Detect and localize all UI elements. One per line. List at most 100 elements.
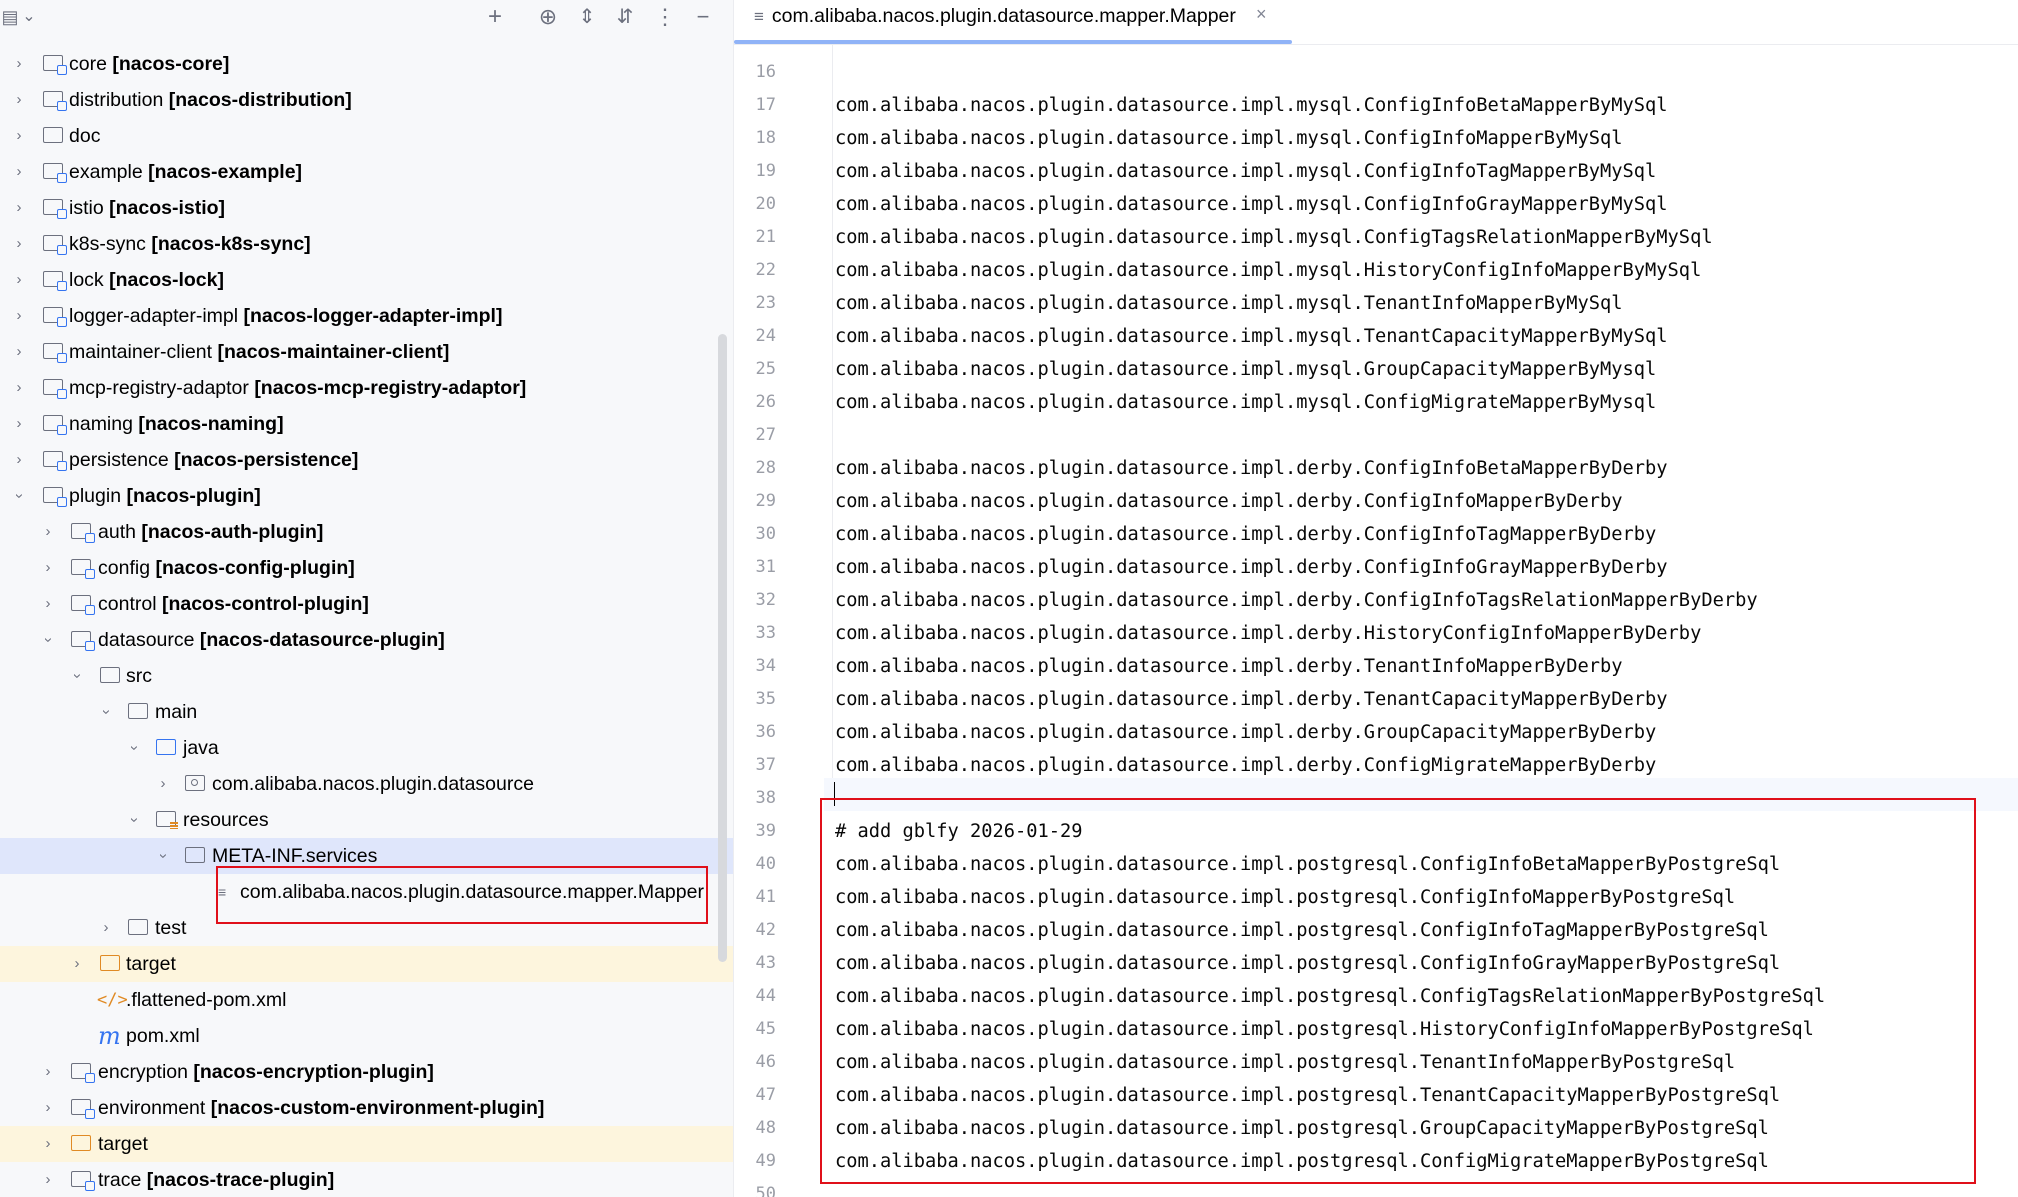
tab-title: com.alibaba.nacos.plugin.datasource.mapp… [771, 5, 1236, 27]
chevron-right-icon[interactable]: › [68, 946, 86, 982]
xml-file-icon: </> [97, 990, 128, 1010]
tree-item-mcp-registry-adaptor[interactable]: › mcp-registry-adaptor [nacos-mcp-regist… [0, 370, 733, 406]
tree-item-package[interactable]: › com.alibaba.nacos.plugin.datasource [0, 766, 733, 802]
chevron-right-icon[interactable]: › [97, 910, 115, 946]
code-line: com.alibaba.nacos.plugin.datasource.impl… [835, 656, 1623, 677]
tree-item-example[interactable]: › example [nacos-example] [0, 154, 733, 190]
tree-item-logger-adapter-impl[interactable]: › logger-adapter-impl [nacos-logger-adap… [0, 298, 733, 334]
chevron-right-icon[interactable]: › [39, 1126, 57, 1162]
project-icon[interactable]: ▤ [0, 2, 20, 32]
more-icon[interactable]: ⋮ [650, 2, 680, 32]
line-number: 23 [755, 293, 776, 313]
module-folder-icon [43, 487, 67, 507]
tree-item-java[interactable]: › java [0, 730, 733, 766]
tree-item-flattened-pom[interactable]: </> .flattened-pom.xml [0, 982, 733, 1018]
chevron-right-icon[interactable]: › [154, 766, 172, 802]
chevron-right-icon[interactable]: › [39, 1162, 57, 1197]
close-icon[interactable]: × [1256, 4, 1267, 25]
tree-item-maintainer-client[interactable]: › maintainer-client [nacos-maintainer-cl… [0, 334, 733, 370]
chevron-right-icon[interactable]: › [39, 550, 57, 586]
tree-item-label: control [98, 593, 157, 615]
tree-item-target[interactable]: › target [0, 946, 733, 982]
chevron-right-icon[interactable]: › [10, 262, 28, 298]
tree-item-label: core [69, 53, 107, 75]
tree-item-label: distribution [69, 89, 164, 111]
chevron-right-icon[interactable]: › [10, 370, 28, 406]
editor-tab[interactable]: ≡ com.alibaba.nacos.plugin.datasource.map… [754, 0, 1236, 44]
chevron-down-icon[interactable]: › [1, 487, 37, 505]
tree-item-core[interactable]: › core [nacos-core] [0, 46, 733, 82]
tree-item-pom[interactable]: m pom.xml [0, 1018, 733, 1054]
tree-item-auth[interactable]: › auth [nacos-auth-plugin] [0, 514, 733, 550]
module-folder-icon [43, 451, 67, 471]
tree-item-label: main [155, 701, 198, 723]
chevron-right-icon[interactable]: › [39, 514, 57, 550]
chevron-right-icon[interactable]: › [10, 82, 28, 118]
code-line: com.alibaba.nacos.plugin.datasource.impl… [835, 524, 1657, 545]
tree-item-lock[interactable]: › lock [nacos-lock] [0, 262, 733, 298]
code-line: com.alibaba.nacos.plugin.datasource.impl… [835, 227, 1713, 248]
line-number: 48 [755, 1118, 776, 1138]
tree-item-encryption[interactable]: › encryption [nacos-encryption-plugin] [0, 1054, 733, 1090]
module-name: [nacos-example] [148, 161, 303, 183]
collapse-icon[interactable]: ⇵ [610, 2, 640, 32]
chevron-right-icon[interactable]: › [10, 190, 28, 226]
editor-tabs: ≡ com.alibaba.nacos.plugin.datasource.map… [734, 0, 2018, 45]
line-number: 26 [755, 392, 776, 412]
add-icon[interactable]: + [480, 2, 510, 32]
chevron-down-icon[interactable]: › [116, 739, 152, 757]
chevron-right-icon[interactable]: › [39, 1090, 57, 1126]
tree-item-doc[interactable]: › doc [0, 118, 733, 154]
tree-item-target[interactable]: › target [0, 1126, 733, 1162]
tree-item-config[interactable]: › config [nacos-config-plugin] [0, 550, 733, 586]
tree-item-k8s-sync[interactable]: › k8s-sync [nacos-k8s-sync] [0, 226, 733, 262]
tree-item-label: lock [69, 269, 104, 291]
chevron-right-icon[interactable]: › [10, 334, 28, 370]
package-icon [185, 775, 205, 791]
tree-item-resources[interactable]: › resources [0, 802, 733, 838]
tree-item-label: plugin [69, 485, 122, 507]
chevron-right-icon[interactable]: › [39, 1054, 57, 1090]
tree-item-naming[interactable]: › naming [nacos-naming] [0, 406, 733, 442]
chevron-down-icon[interactable]: › [30, 631, 66, 649]
tree-item-label: com.alibaba.nacos.plugin.datasource [212, 773, 534, 795]
tree-item-main[interactable]: › main [0, 694, 733, 730]
chevron-right-icon[interactable]: › [10, 442, 28, 478]
folder-icon [128, 919, 148, 935]
tree-item-persistence[interactable]: › persistence [nacos-persistence] [0, 442, 733, 478]
chevron-down-icon[interactable]: › [145, 847, 181, 865]
hide-icon[interactable]: − [688, 2, 718, 32]
code-line: com.alibaba.nacos.plugin.datasource.impl… [835, 293, 1623, 314]
chevron-down-icon[interactable]: › [116, 811, 152, 829]
chevron-right-icon[interactable]: › [10, 226, 28, 262]
chevron-right-icon[interactable]: › [10, 118, 28, 154]
line-number: 42 [755, 920, 776, 940]
chevron-right-icon[interactable]: › [39, 586, 57, 622]
tree-item-control[interactable]: › control [nacos-control-plugin] [0, 586, 733, 622]
module-name: [nacos-lock] [109, 269, 224, 291]
chevron-right-icon[interactable]: › [10, 298, 28, 334]
chevron-down-icon[interactable]: › [88, 703, 124, 721]
tree-item-environment[interactable]: › environment [nacos-custom-environment-… [0, 1090, 733, 1126]
line-number: 45 [755, 1019, 776, 1039]
locate-icon[interactable]: ⊕ [533, 2, 563, 32]
tree-item-distribution[interactable]: › distribution [nacos-distribution] [0, 82, 733, 118]
expand-icon[interactable]: ⇕ [572, 2, 602, 32]
tree-item-plugin[interactable]: › plugin [nacos-plugin] [0, 478, 733, 514]
tree-item-label: config [98, 557, 151, 579]
chevron-down-icon[interactable]: › [59, 667, 95, 685]
chevron-down-icon[interactable]: ⌄ [18, 2, 40, 32]
chevron-right-icon[interactable]: › [10, 154, 28, 190]
tree-item-istio[interactable]: › istio [nacos-istio] [0, 190, 733, 226]
tree-item-datasource[interactable]: › datasource [nacos-datasource-plugin] [0, 622, 733, 658]
chevron-right-icon[interactable]: › [10, 406, 28, 442]
module-folder-icon [43, 91, 67, 111]
line-number: 29 [755, 491, 776, 511]
tree-scrollbar[interactable] [718, 334, 727, 962]
chevron-right-icon[interactable]: › [10, 46, 28, 82]
tree-item-label: target [126, 953, 176, 975]
tree-item-src[interactable]: › src [0, 658, 733, 694]
module-name: [nacos-auth-plugin] [141, 521, 324, 543]
text-file-icon: ≡ [754, 7, 764, 26]
tree-item-trace[interactable]: › trace [nacos-trace-plugin] [0, 1162, 733, 1197]
